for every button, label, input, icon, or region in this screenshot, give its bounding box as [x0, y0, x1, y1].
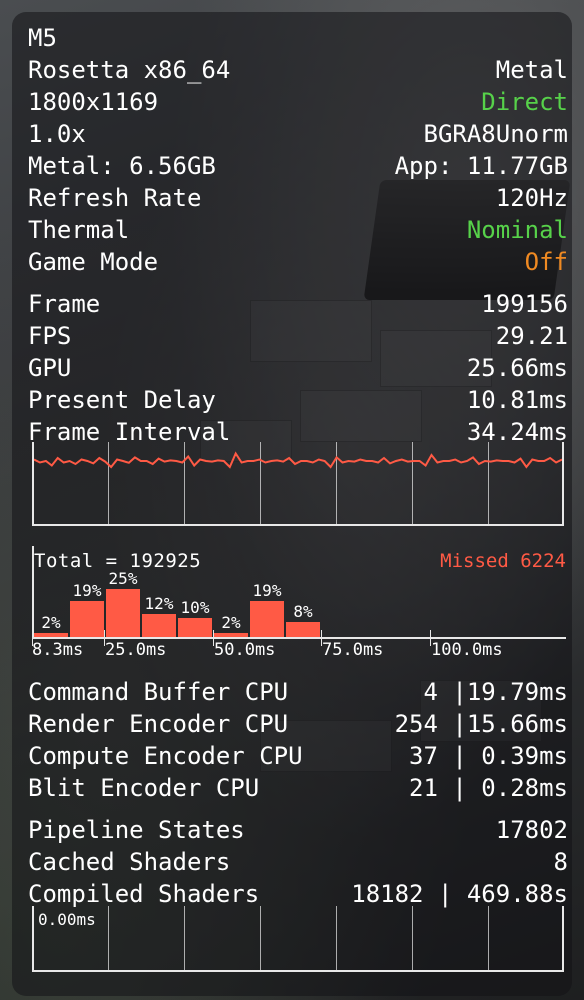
graph-gridline [260, 906, 261, 970]
histogram-bar [34, 633, 68, 637]
cached-shaders-label: Cached Shaders [28, 848, 231, 876]
compile-graph-label: 0.00ms [38, 910, 96, 929]
graph-gridline [412, 906, 413, 970]
encoder-separator: | [452, 742, 467, 770]
pipeline-states-row: Pipeline States 17802 [28, 814, 568, 846]
histogram-bar [106, 589, 140, 637]
frame-value: 199156 [481, 290, 568, 318]
encoder-count: 4 [423, 678, 438, 706]
frame-label: Frame [28, 290, 101, 318]
encoder-time: 19.79ms [466, 678, 568, 706]
display-mode: Direct [481, 88, 568, 116]
histogram-bar-label: 8% [293, 601, 313, 621]
frame-time-histogram: Total = 192925 Missed 6224 2% 19% 25% 12% 10… [32, 546, 566, 666]
encoder-count: 37 [409, 742, 438, 770]
encoder-name: Compute Encoder CPU [28, 742, 303, 770]
encoder-row: Command Buffer CPU 4 |19.79ms [28, 676, 568, 708]
game-mode-label: Game Mode [28, 248, 159, 276]
frame-row: Frame 199156 [28, 288, 568, 320]
encoder-row: Render Encoder CPU 254 |15.66ms [28, 708, 568, 740]
scale-row: 1.0x BGRA8Unorm [28, 118, 568, 150]
histogram-bar [250, 600, 284, 637]
encoder-separator: | [452, 710, 467, 738]
encoder-stat: 4 |19.79ms [423, 676, 568, 708]
refresh-row: Refresh Rate 120Hz [28, 182, 568, 214]
histogram-tick-label: 75.0ms [322, 640, 384, 660]
encoder-name: Render Encoder CPU [28, 710, 289, 738]
histogram-bar [214, 633, 248, 637]
translation-row: Rosetta x86_64 Metal [28, 54, 568, 86]
encoder-row: Compute Encoder CPU 37 | 0.39ms [28, 740, 568, 772]
device-row: M5 [28, 22, 568, 54]
thermal-row: Thermal Nominal [28, 214, 568, 246]
histogram-tick-label: 50.0ms [214, 640, 276, 660]
present-delay-label: Present Delay [28, 386, 216, 414]
game-mode-row: Game Mode Off [28, 246, 568, 278]
histogram-bar [70, 600, 104, 637]
encoder-count: 254 [394, 710, 438, 738]
encoder-stat: 254 |15.66ms [395, 708, 568, 740]
encoder-stat: 37 | 0.39ms [409, 740, 568, 772]
encoder-time: 15.66ms [466, 710, 568, 738]
graph-gridline [108, 906, 109, 970]
cached-shaders-row: Cached Shaders 8 [28, 846, 568, 878]
graph-gridline [336, 906, 337, 970]
histogram-missed: Missed 6224 [440, 550, 566, 572]
encoder-row: Blit Encoder CPU 21 | 0.28ms [28, 772, 568, 804]
graphics-api: Metal [495, 56, 568, 84]
fps-row: FPS 29.21 [28, 320, 568, 352]
pixel-format: BGRA8Unorm [423, 120, 569, 148]
encoder-separator: | [452, 774, 467, 802]
fps-value: 29.21 [495, 322, 568, 350]
compile-time-graph: 0.00ms [32, 906, 564, 972]
histogram-tick-label: 100.0ms [431, 640, 503, 660]
encoder-name: Command Buffer CPU [28, 678, 289, 706]
frame-interval-series [34, 451, 562, 469]
histogram-tick-label: 25.0ms [105, 640, 167, 660]
thermal-label: Thermal [28, 216, 130, 244]
pipeline-states-label: Pipeline States [28, 816, 245, 844]
frame-interval-graph [32, 442, 564, 526]
refresh-value: 120Hz [495, 184, 568, 212]
encoder-time: 0.39ms [466, 742, 568, 770]
graph-gridline [488, 906, 489, 970]
histogram-bar-label: 2% [221, 613, 241, 633]
pipeline-states-value: 17802 [495, 816, 568, 844]
present-delay-value: 10.81ms [466, 386, 568, 414]
game-mode-value: Off [524, 248, 568, 276]
scale-factor: 1.0x [28, 120, 86, 148]
gpu-row: GPU 25.66ms [28, 352, 568, 384]
frame-interval-line [34, 451, 562, 469]
translation-label: Rosetta x86_64 [28, 56, 231, 84]
encoder-time: 0.28ms [466, 774, 568, 802]
histogram-bar [142, 613, 176, 637]
gpu-label: GPU [28, 354, 72, 382]
graph-gridline [184, 906, 185, 970]
encoder-stat: 21 | 0.28ms [409, 772, 568, 804]
app-memory: App: 11.77GB [394, 152, 568, 180]
histogram-bar-label: 25% [108, 569, 138, 588]
performance-hud: M5 Rosetta x86_64 Metal 1800x1169 Direct… [28, 22, 568, 448]
metal-memory: Metal: 6.56GB [28, 152, 216, 180]
histogram-tick-label: 8.3ms [32, 640, 84, 660]
present-delay-row: Present Delay 10.81ms [28, 384, 568, 416]
refresh-label: Refresh Rate [28, 184, 202, 212]
fps-label: FPS [28, 322, 72, 350]
thermal-value: Nominal [466, 216, 568, 244]
histogram-bar-label: 19% [252, 580, 282, 600]
memory-row: Metal: 6.56GB App: 11.77GB [28, 150, 568, 182]
cached-shaders-value: 8 [553, 848, 568, 876]
encoder-separator: | [452, 678, 467, 706]
encoder-stats: Command Buffer CPU 4 |19.79ms Render Enc… [28, 676, 568, 910]
encoder-name: Blit Encoder CPU [28, 774, 260, 802]
encoder-count: 21 [409, 774, 438, 802]
histogram-bar [178, 617, 212, 637]
device-name: M5 [28, 24, 57, 52]
resolution: 1800x1169 [28, 88, 159, 116]
gpu-value: 25.66ms [466, 354, 568, 382]
histogram-bar-label: 2% [41, 613, 61, 633]
resolution-row: 1800x1169 Direct [28, 86, 568, 118]
histogram-bar [286, 621, 320, 637]
histogram-x-axis [32, 637, 566, 639]
